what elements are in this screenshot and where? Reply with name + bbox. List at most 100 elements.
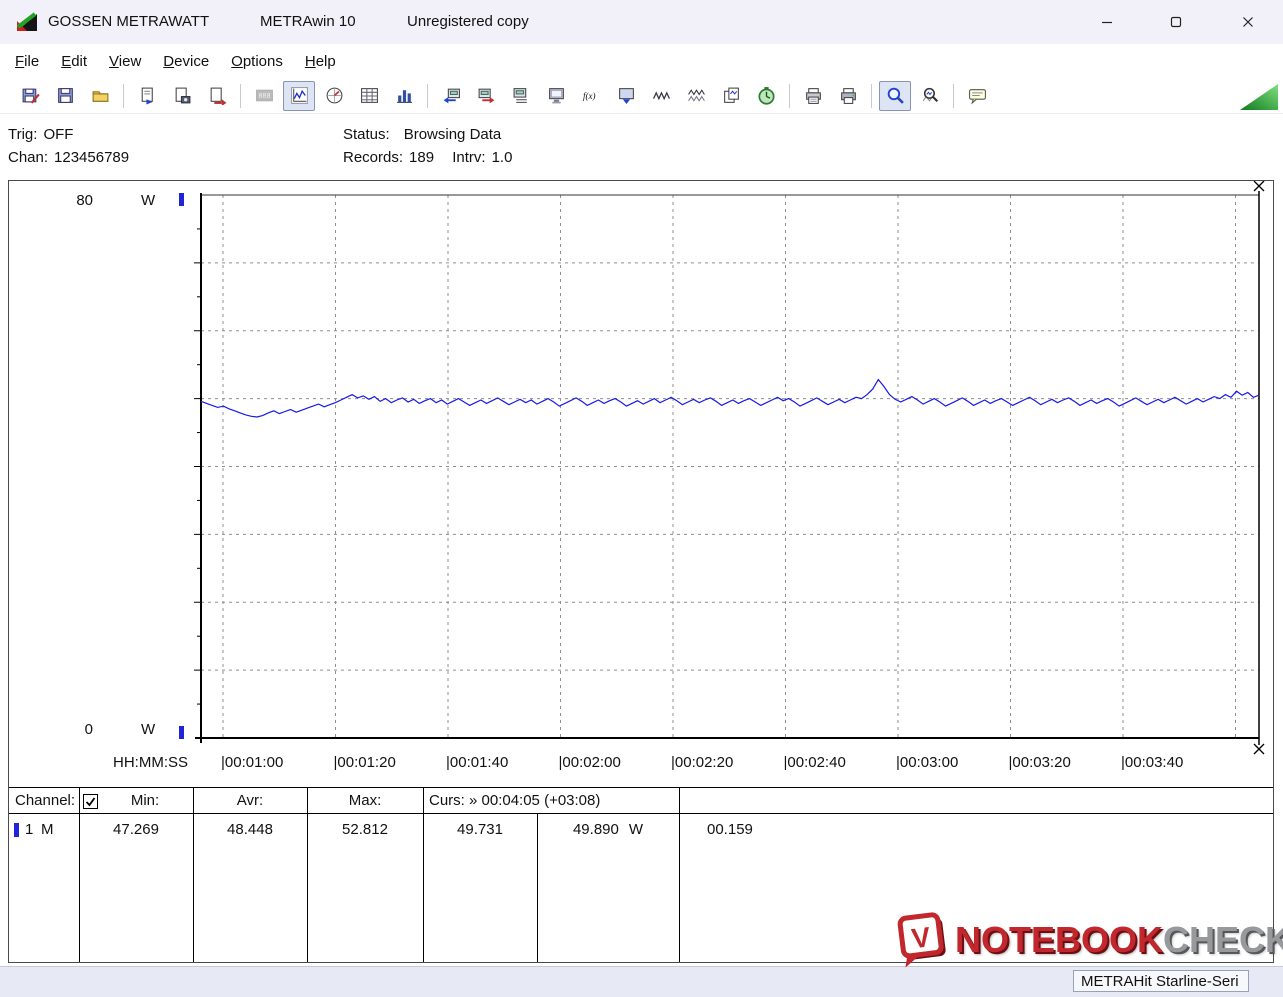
view-bargraph-button[interactable] — [388, 81, 420, 111]
view-numeric-display-button: 888 — [248, 81, 280, 111]
zoom-reset-button[interactable] — [914, 81, 946, 111]
x-tick-label: |00:01:00 — [221, 754, 284, 771]
cell-channel: 1 — [25, 821, 34, 838]
view-table-button[interactable] — [353, 81, 385, 111]
x-tick-label: |00:02:00 — [558, 754, 621, 771]
menu-file[interactable]: File — [4, 48, 50, 75]
table-header-row: Channel: Min: Avr: Max: Curs: » 00:04:05… — [9, 788, 1273, 814]
export-text-button[interactable] — [131, 81, 163, 111]
title-bar: GOSSEN METRAWATT METRAwin 10 Unregistere… — [0, 0, 1283, 45]
chan-label: Chan: — [8, 149, 49, 166]
x-tick-label: |00:02:20 — [671, 754, 734, 771]
signal-wave-button[interactable] — [645, 81, 677, 111]
notebookcheck-shield-icon: V — [897, 912, 946, 968]
table-separator — [679, 788, 680, 962]
device-send-button[interactable] — [470, 81, 502, 111]
menu-device[interactable]: Device — [152, 48, 220, 75]
math-function-button[interactable]: f(x) — [575, 81, 607, 111]
export-data-button[interactable] — [201, 81, 233, 111]
device-read-button[interactable] — [435, 81, 467, 111]
view-bargraph-icon — [396, 90, 412, 103]
toolbar-separator — [789, 83, 790, 108]
annotation-icon — [968, 89, 986, 105]
x-tick-label: |00:03:40 — [1121, 754, 1184, 771]
interval-timer-button[interactable] — [750, 81, 782, 111]
x-tick-label: |00:03:20 — [1008, 754, 1071, 771]
y-axis-max-label: 80 — [76, 192, 93, 209]
menu-view[interactable]: View — [98, 48, 152, 75]
export-image-button[interactable] — [166, 81, 198, 111]
x-tick-label: |00:02:40 — [783, 754, 846, 771]
minimize-icon — [1102, 21, 1112, 24]
yt-power-chart[interactable] — [9, 181, 1273, 781]
zoom-mode-icon — [887, 87, 904, 104]
close-icon — [1243, 17, 1253, 27]
save-setup-button[interactable] — [14, 81, 46, 111]
device-settings-button[interactable] — [505, 81, 537, 111]
print-button[interactable] — [832, 81, 864, 111]
channel-visible-checkbox[interactable] — [83, 794, 98, 809]
export-text-icon — [141, 87, 153, 105]
minimize-button[interactable] — [1084, 0, 1130, 44]
status-value: Browsing Data — [403, 126, 502, 143]
app-logo-icon — [16, 12, 37, 31]
header-avr: Avr: — [236, 792, 264, 809]
cursor-b-value: 49.890 — [572, 821, 619, 838]
toolbar-separator — [427, 83, 428, 108]
close-button[interactable] — [1225, 0, 1271, 44]
title-license-status: Unregistered copy — [407, 13, 529, 30]
y-axis-min-label: 0 — [84, 721, 93, 738]
view-numeric-display-icon: 888 — [255, 89, 273, 102]
table-separator — [193, 788, 194, 962]
device-monitor-icon — [548, 88, 564, 104]
cell-max: 52.812 — [342, 821, 388, 838]
channel-color-marker — [14, 823, 19, 837]
main-panel: 80 W 0 W HH:MM:SS |00:01:00 |00:01:20 |00:… — [8, 180, 1274, 963]
title-app-name: METRAwin 10 — [260, 13, 356, 30]
open-button[interactable] — [84, 81, 116, 111]
signal-envelope-icon — [687, 89, 705, 102]
corner-resize-triangle — [1240, 84, 1278, 110]
watermark-notebook-text: NOTEBOOK — [955, 919, 1164, 960]
x-tick-label: |00:03:00 — [896, 754, 959, 771]
save-button[interactable] — [49, 81, 81, 111]
view-yt-chart-button[interactable] — [283, 80, 315, 111]
toolbar-separator — [953, 83, 954, 108]
browse-status: Status: Browsing Data — [343, 126, 515, 143]
records-status: Records: 189 Intrv: 1.0 — [343, 149, 526, 166]
x-tick-label: |00:01:40 — [446, 754, 509, 771]
table-separator — [423, 788, 424, 962]
menu-options[interactable]: Options — [220, 48, 294, 75]
x-axis-title: HH:MM:SS — [113, 754, 188, 771]
intrv-label: Intrv: — [452, 149, 486, 166]
menu-help[interactable]: Help — [294, 48, 347, 75]
export-data-icon — [210, 87, 226, 105]
trig-label: Trig: — [8, 126, 38, 143]
trigger-status: Trig: OFF — [8, 126, 87, 143]
chan-value: 123456789 — [54, 149, 130, 166]
view-table-icon — [360, 88, 378, 103]
annotation-button[interactable] — [961, 81, 993, 111]
title-company: GOSSEN METRAWATT — [48, 13, 210, 30]
view-analog-meter-button[interactable] — [318, 81, 350, 111]
cursor-b-unit: W — [628, 821, 644, 838]
print-preview-icon — [805, 88, 821, 104]
menu-edit[interactable]: Edit — [50, 48, 98, 75]
signal-envelope-button[interactable] — [680, 81, 712, 111]
records-value: 189 — [409, 149, 435, 166]
cell-cursor-a: 49.731 — [457, 821, 503, 838]
zoom-mode-button[interactable] — [879, 80, 911, 111]
print-preview-button[interactable] — [797, 81, 829, 111]
table-row[interactable]: 1 M 47.269 48.448 52.812 49.731 49.890 W … — [9, 819, 1273, 841]
view-analog-meter-icon — [326, 87, 342, 104]
zoom-reset-icon — [922, 87, 938, 103]
cell-mode: M — [41, 821, 54, 838]
memory-transfer-button[interactable] — [610, 81, 642, 111]
maximize-button[interactable] — [1153, 0, 1199, 44]
export-image-icon — [175, 87, 190, 104]
notebookcheck-watermark: V NOTEBOOKCHECK — [897, 911, 1283, 969]
device-monitor-button[interactable] — [540, 81, 572, 111]
menu-bar: File Edit View Device Options Help — [0, 44, 1283, 78]
toolbar-separator — [871, 83, 872, 108]
copy-curve-button[interactable] — [715, 81, 747, 111]
